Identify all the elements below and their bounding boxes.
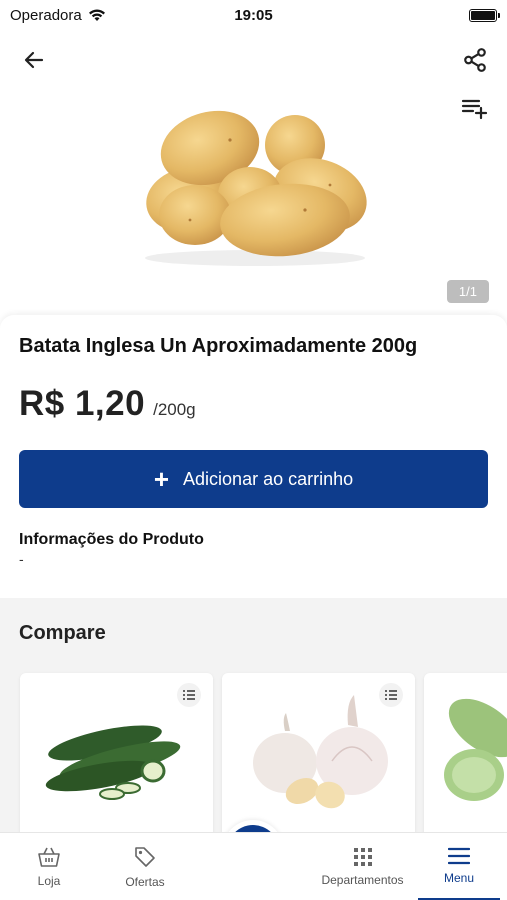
price-unit: /200g xyxy=(153,400,196,419)
list-icon xyxy=(385,690,397,700)
compare-title: Compare xyxy=(19,622,106,644)
status-left: Operadora xyxy=(10,7,106,24)
compare-card-zucchini[interactable] xyxy=(424,673,507,843)
zucchini-image xyxy=(444,698,507,801)
product-title: Batata Inglesa Un Aproximadamente 200g xyxy=(19,335,418,357)
compare-card-cucumber[interactable] xyxy=(20,673,213,843)
card-list-button[interactable] xyxy=(177,683,201,707)
product-price: R$ 1,20 xyxy=(19,384,146,423)
nav-label-ofertas: Ofertas xyxy=(125,875,165,889)
add-to-list-button[interactable] xyxy=(459,92,491,124)
compare-section: Compare xyxy=(0,598,507,843)
share-icon xyxy=(464,48,486,72)
bottom-nav: Loja Ofertas Departamentos Menu xyxy=(0,832,507,900)
nav-label-menu: Menu xyxy=(443,870,475,885)
basket-icon xyxy=(38,847,60,867)
playlist-add-icon xyxy=(461,99,488,120)
wifi-icon xyxy=(88,9,105,21)
battery-icon xyxy=(469,8,500,22)
product-info-title: Informações do Produto xyxy=(19,531,204,548)
product-image xyxy=(145,110,367,266)
nav-item-ofertas[interactable]: Ofertas xyxy=(105,833,185,900)
card-list-button[interactable] xyxy=(379,683,403,707)
nav-item-departamentos[interactable]: Departamentos xyxy=(315,833,410,900)
grid-icon xyxy=(353,848,372,866)
arrow-left-icon xyxy=(24,51,44,69)
product-details: Batata Inglesa Un Aproximadamente 200g R… xyxy=(0,315,507,600)
menu-icon xyxy=(448,847,470,864)
back-button[interactable] xyxy=(18,44,50,76)
list-icon xyxy=(183,690,195,700)
plus-icon: + xyxy=(153,464,170,494)
share-button[interactable] xyxy=(459,44,491,76)
nav-item-menu[interactable]: Menu xyxy=(418,833,500,900)
image-pager: 1/1 xyxy=(446,280,489,303)
status-bar: Operadora 19:05 xyxy=(0,0,507,30)
price-row: R$ 1,20 /200g xyxy=(19,384,488,424)
product-info-value: - xyxy=(19,551,24,567)
compare-card-garlic[interactable] xyxy=(222,673,415,843)
nav-item-loja[interactable]: Loja xyxy=(10,833,88,900)
nav-label-loja: Loja xyxy=(37,874,61,888)
carrier-name: Operadora xyxy=(10,6,82,24)
tag-icon xyxy=(135,847,155,867)
add-to-cart-label: Adicionar ao carrinho xyxy=(183,468,354,489)
add-to-cart-button[interactable]: + Adicionar ao carrinho xyxy=(19,450,488,508)
clock: 19:05 xyxy=(234,6,273,24)
nav-label-departamentos: Departamentos xyxy=(321,873,404,887)
product-gallery: 1/1 xyxy=(0,30,507,320)
